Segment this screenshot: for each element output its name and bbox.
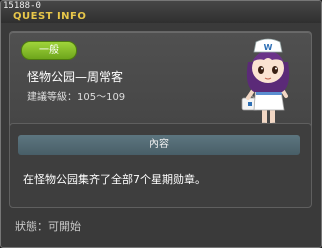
- quest-info-window: 15188-0 QUEST INFO 一般 怪物公园—周常客 建議等級：105～…: [0, 0, 322, 248]
- level-requirement: 建議等級：105～109: [27, 92, 126, 103]
- quest-description-panel: 內容 在怪物公园集齐了全部7个星期勋章。: [9, 123, 312, 208]
- quest-category-badge: 一般: [21, 41, 77, 60]
- quest-name: 怪物公园—周常客: [27, 70, 124, 84]
- window-title: QUEST INFO: [13, 11, 87, 22]
- quest-id: 15188-0: [3, 1, 41, 11]
- content-section-header: 內容: [18, 135, 300, 155]
- svg-text:W: W: [264, 43, 273, 52]
- quest-status: 狀態：可開始: [15, 220, 81, 233]
- quest-description: 在怪物公园集齐了全部7个星期勋章。: [23, 173, 206, 186]
- title-bar[interactable]: 15188-0 QUEST INFO: [1, 1, 321, 23]
